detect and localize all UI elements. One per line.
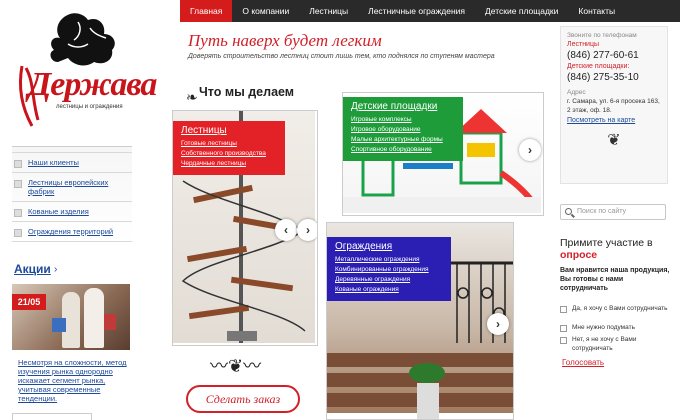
shopping-bag <box>52 318 66 332</box>
nav-item-home[interactable]: Главная <box>180 0 233 22</box>
ornament-icon: ❦ <box>607 132 621 149</box>
stairs-label: Лестницы Готовые лестницы Собственного п… <box>173 121 285 175</box>
address-text: г. Самара, ул. 6-я просека 163, 2 этаж, … <box>567 98 660 114</box>
chevron-right-icon[interactable]: › <box>54 264 57 275</box>
poll-option-label: Нет, я не хочу с Вами сотрудничать <box>572 336 637 352</box>
logo-subtitle: лестницы и ограждения <box>56 104 123 110</box>
nav-item-about[interactable]: О компании <box>232 0 299 22</box>
poll-title: Примите участие в опросе <box>560 237 672 261</box>
sidebar-item-label[interactable]: Ограждения территорий <box>28 227 113 236</box>
poll-question: Вам нравится наша продукция, Вы готовы с… <box>560 267 670 292</box>
bullet-icon <box>14 160 22 168</box>
bullet-icon <box>14 180 22 188</box>
shopping-bag <box>104 314 116 330</box>
sidebar-item-clients[interactable]: Наши клиенты <box>12 152 132 172</box>
nav-item-contacts[interactable]: Контакты <box>568 0 625 22</box>
railings-link[interactable]: Кованые ограждения <box>335 285 443 295</box>
promo-date-badge: 21/05 <box>12 294 46 310</box>
chevron-left-icon[interactable]: ‹ <box>275 219 297 241</box>
checkbox[interactable] <box>560 325 567 332</box>
footer-box <box>12 413 92 420</box>
poll-title-text: Примите участие в <box>560 237 653 249</box>
chevron-right-icon[interactable]: › <box>297 219 317 241</box>
stairs-link[interactable]: Готовые лестницы <box>181 139 277 149</box>
playgrounds-link[interactable]: Спортивное оборудование <box>351 145 455 155</box>
playgrounds-phone: (846) 275-35-10 <box>567 72 639 83</box>
card-stairs[interactable]: Лестницы Готовые лестницы Собственного п… <box>172 110 318 346</box>
sidebar-item-label[interactable]: Лестницы европейских фабрик <box>28 178 108 196</box>
contact-block: Звоните по телефонам Лестницы (846) 277-… <box>560 26 668 184</box>
stairs-phone-label: Лестницы <box>567 41 600 48</box>
nav-item-railings[interactable]: Лестничные ограждения <box>358 0 475 22</box>
call-label: Звоните по телефонам <box>567 32 637 39</box>
chevron-right-icon[interactable]: › <box>519 139 541 161</box>
railings-link[interactable]: Металлические ограждения <box>335 255 443 265</box>
search-input[interactable]: Поиск по сайту <box>560 204 666 220</box>
playgrounds-link[interactable]: Игровое оборудование <box>351 125 455 135</box>
vote-button[interactable]: Голосовать <box>562 358 604 367</box>
search-placeholder: Поиск по сайту <box>577 208 627 215</box>
sidebar-item-forged[interactable]: Кованые изделия <box>12 201 132 221</box>
bullet-icon <box>14 209 22 217</box>
logo[interactable]: Держава лестницы и ограждения <box>8 8 157 128</box>
section-title: Что мы делаем <box>199 85 295 99</box>
person-figure <box>84 288 104 348</box>
sidebar-item-european-stairs[interactable]: Лестницы европейских фабрик <box>12 172 132 201</box>
search-icon <box>565 208 572 215</box>
poll-option[interactable]: Нет, я не хочу с Вами сотрудничать <box>560 336 672 353</box>
playgrounds-label: Детские площадки Игровые комплексы Игров… <box>343 97 463 161</box>
stairs-phone: (846) 277-60-61 <box>567 50 639 61</box>
nav-item-stairs[interactable]: Лестницы <box>299 0 358 22</box>
playgrounds-link[interactable]: Игровые комплексы <box>351 115 455 125</box>
checkbox[interactable] <box>560 337 567 344</box>
railings-title[interactable]: Ограждения <box>335 241 443 252</box>
slogan-subtitle: Доверять строительство лестниц стоит лиш… <box>188 53 495 60</box>
stairs-link[interactable]: Собственного производства <box>181 149 277 159</box>
poll-option-label: Да, я хочу с Вами сотрудничать <box>572 305 668 312</box>
ornament-icon: ❧ <box>186 91 198 106</box>
railings-label: Ограждения Металлические ограждения Комб… <box>327 237 451 301</box>
top-nav: Главная О компании Лестницы Лестничные о… <box>180 0 680 22</box>
railings-link[interactable]: Деревянные ограждения <box>335 275 443 285</box>
checkbox[interactable] <box>560 306 567 313</box>
card-playgrounds[interactable]: Детские площадки Игровые комплексы Игров… <box>342 92 544 216</box>
poll-title-highlight: опросе <box>560 249 598 261</box>
stairs-title[interactable]: Лестницы <box>181 125 277 136</box>
sidebar-item-label[interactable]: Кованые изделия <box>28 207 89 216</box>
logo-name: Держава <box>28 66 157 103</box>
bullet-icon <box>14 229 22 237</box>
promo-text-link[interactable]: Несмотря на сложности, метод изучения ры… <box>18 358 136 403</box>
order-button[interactable]: Сделать заказ <box>186 385 300 413</box>
playgrounds-link[interactable]: Малые архитектурные формы <box>351 135 455 145</box>
stairs-link[interactable]: Чердачные лестницы <box>181 159 277 169</box>
poll-option-label: Мне нужно подумать <box>572 324 635 331</box>
playgrounds-phone-label: Детские площадки: <box>567 63 630 70</box>
poll-option[interactable]: Да, я хочу с Вами сотрудничать <box>560 305 672 314</box>
address-label: Адрес <box>567 89 586 96</box>
sidebar-item-fences[interactable]: Ограждения территорий <box>12 221 132 242</box>
poll-option[interactable]: Мне нужно подумать <box>560 324 672 333</box>
sidebar-nav: Наши клиенты Лестницы европейских фабрик… <box>12 152 132 242</box>
chevron-right-icon[interactable]: › <box>487 313 509 335</box>
card-railings[interactable]: Ограждения Металлические ограждения Комб… <box>326 222 514 420</box>
sidebar-item-label[interactable]: Наши клиенты <box>28 158 79 167</box>
playgrounds-title[interactable]: Детские площадки <box>351 101 455 112</box>
slogan-title: Путь наверх будет легким <box>188 31 382 50</box>
railings-link[interactable]: Комбинированные ограждения <box>335 265 443 275</box>
ornament-icon: 〰❦〰 <box>210 356 262 376</box>
map-link[interactable]: Посмотреть на карте <box>567 115 661 126</box>
nav-item-playgrounds[interactable]: Детские площадки <box>475 0 568 22</box>
promo-title[interactable]: Акции <box>14 262 51 276</box>
